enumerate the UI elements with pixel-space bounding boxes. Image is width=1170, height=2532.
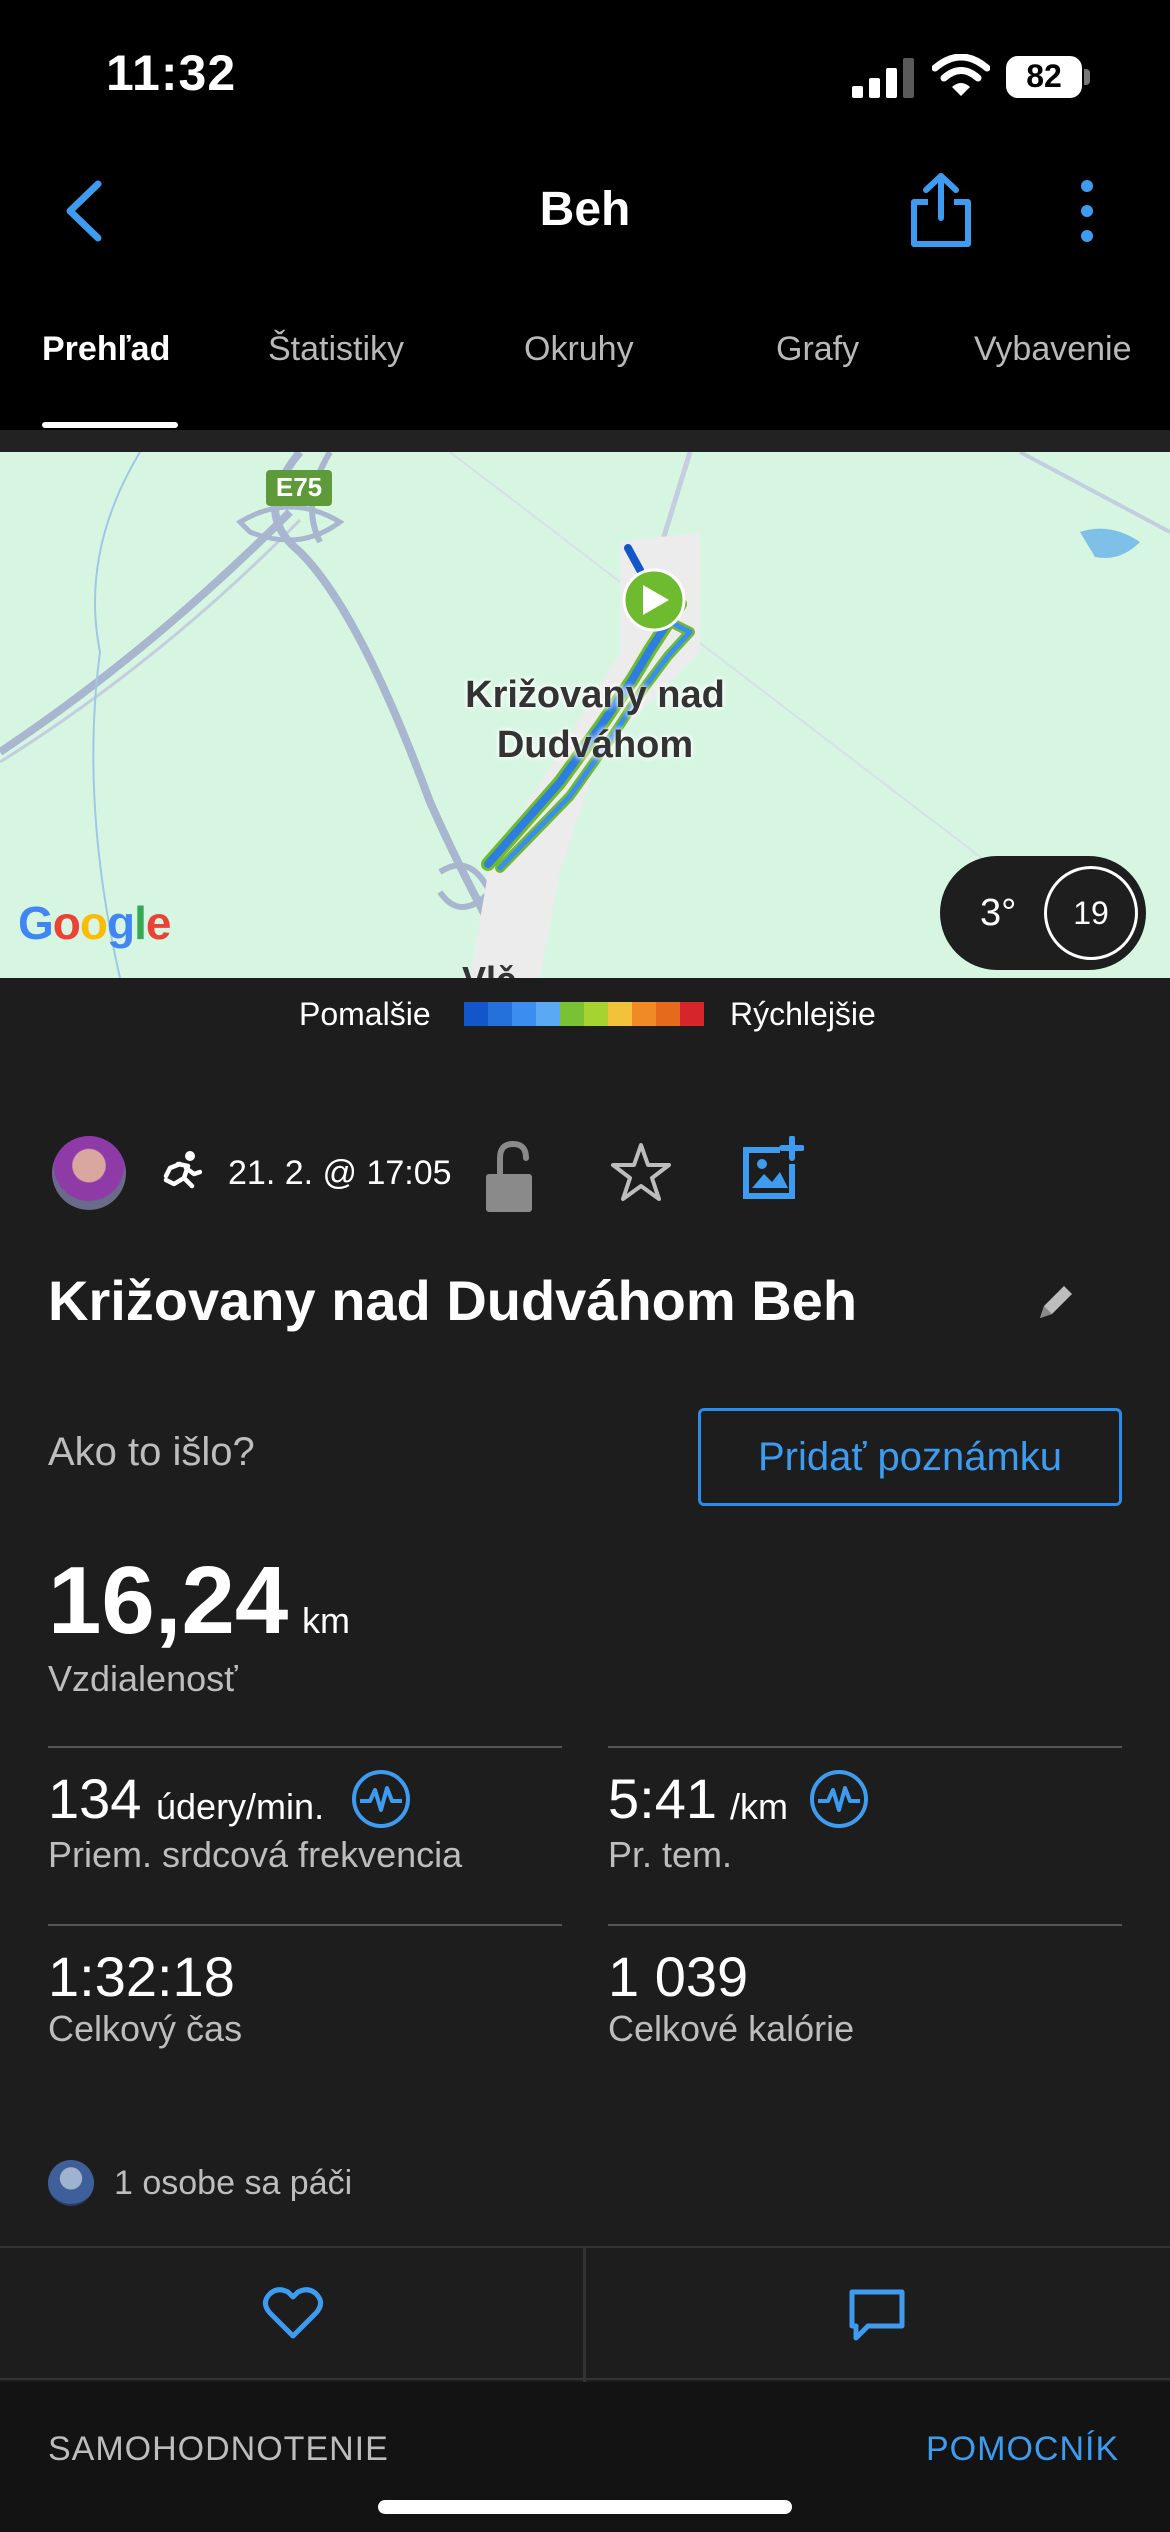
- tab-statistics[interactable]: Štatistiky: [268, 330, 404, 369]
- battery-indicator: 82: [1006, 56, 1090, 98]
- wind-indicator: 19: [1044, 866, 1138, 960]
- legend-swatch: [536, 1002, 560, 1026]
- avg-pace-unit: /km: [730, 1786, 788, 1827]
- distance-label: Vzdialenosť: [48, 1658, 238, 1699]
- avg-heart-rate-value: 134: [48, 1767, 142, 1830]
- activity-title: Križovany nad Dudváhom Beh: [48, 1269, 858, 1332]
- legend-swatch: [560, 1002, 584, 1026]
- status-bar: 11:32 82: [0, 0, 1170, 150]
- like-button[interactable]: [0, 2248, 583, 2382]
- legend-faster-label: Rýchlejšie: [730, 996, 876, 1032]
- route-map[interactable]: E75 Vlč Križovany nad Dudváhom Google 3°…: [0, 452, 1170, 978]
- speed-legend-bar: [464, 1002, 704, 1026]
- distance-unit: km: [302, 1600, 350, 1641]
- tab-gear[interactable]: Vybavenie: [974, 330, 1132, 369]
- wifi-icon: [932, 54, 990, 96]
- social-action-bar: [0, 2246, 1170, 2382]
- likes-count[interactable]: 1 osobe sa páči: [114, 2164, 352, 2203]
- comment-icon: [849, 2289, 905, 2341]
- more-options-icon[interactable]: [1064, 176, 1110, 246]
- heart-rate-chart-icon[interactable]: [350, 1768, 412, 1830]
- star-icon[interactable]: [608, 1140, 674, 1206]
- battery-level: 82: [1026, 58, 1062, 94]
- back-button[interactable]: [56, 176, 116, 246]
- add-note-button[interactable]: Pridať poznámku: [698, 1408, 1122, 1506]
- home-indicator[interactable]: [378, 2500, 792, 2514]
- page-title: Beh: [539, 183, 631, 236]
- legend-swatch: [656, 1002, 680, 1026]
- partial-place-label: Vlč: [462, 959, 516, 978]
- total-calories-label: Celkové kalórie: [608, 2008, 855, 2049]
- weather-widget[interactable]: 3° 19: [940, 856, 1146, 970]
- avg-pace-value: 5:41: [608, 1767, 717, 1830]
- heart-icon: [262, 2287, 324, 2339]
- tab-bar: Prehľad Štatistiky Okruhy Grafy Vybaveni…: [0, 280, 1170, 430]
- assistant-link[interactable]: POMOCNÍK: [926, 2430, 1119, 2469]
- avg-heart-rate-label: Priem. srdcová frekvencia: [48, 1834, 463, 1875]
- road-sign-e75: E75: [276, 472, 322, 502]
- app-header: Beh: [0, 150, 1170, 280]
- activity-content: Pomalšie Rýchlejšie 21. 2. @ 17:05 Križo…: [0, 978, 1170, 2532]
- share-button[interactable]: [906, 170, 976, 250]
- cellular-signal-icon: [852, 58, 914, 98]
- total-time-value: 1:32:18: [48, 1945, 235, 2008]
- avatar[interactable]: [52, 1136, 126, 1210]
- total-time-label: Celkový čas: [48, 2008, 243, 2049]
- legend-swatch: [464, 1002, 488, 1026]
- legend-swatch: [632, 1002, 656, 1026]
- running-icon: [163, 1151, 202, 1189]
- google-logo: Google: [18, 897, 171, 949]
- status-time: 11:32: [106, 45, 237, 101]
- avg-heart-rate-unit: údery/min.: [156, 1786, 325, 1827]
- wind-speed: 19: [1073, 895, 1109, 931]
- comment-button[interactable]: [586, 2248, 1170, 2382]
- activity-date: 21. 2. @ 17:05: [228, 1154, 452, 1192]
- legend-swatch: [680, 1002, 704, 1026]
- divider: [48, 1924, 562, 1926]
- legend-swatch: [512, 1002, 536, 1026]
- legend-slower-label: Pomalšie: [299, 996, 431, 1032]
- divider: [48, 1746, 562, 1748]
- divider: [608, 1746, 1122, 1748]
- self-evaluation-section: SAMOHODNOTENIE POMOCNÍK: [0, 2382, 1170, 2532]
- weather-temperature: 3°: [980, 892, 1017, 934]
- divider: [608, 1924, 1122, 1926]
- legend-swatch: [584, 1002, 608, 1026]
- tab-laps[interactable]: Okruhy: [524, 330, 634, 369]
- self-evaluation-heading: SAMOHODNOTENIE: [48, 2430, 389, 2468]
- active-tab-indicator: [42, 422, 178, 428]
- total-calories-value: 1 039: [608, 1945, 749, 2008]
- add-photo-icon[interactable]: [740, 1136, 804, 1202]
- map-place-label: Križovany nad Dudváhom: [465, 674, 725, 766]
- edit-pencil-icon[interactable]: [1034, 1280, 1078, 1324]
- distance-value: 16,24: [48, 1547, 289, 1654]
- pace-chart-icon[interactable]: [808, 1768, 870, 1830]
- feeling-prompt: Ako to išlo?: [48, 1430, 255, 1474]
- liker-avatar[interactable]: [48, 2160, 94, 2206]
- tab-charts[interactable]: Grafy: [776, 330, 859, 369]
- avg-pace-label: Pr. tem.: [608, 1834, 733, 1875]
- unlocked-privacy-icon[interactable]: [482, 1138, 542, 1214]
- legend-swatch: [488, 1002, 512, 1026]
- tab-overview[interactable]: Prehľad: [42, 330, 170, 369]
- legend-swatch: [608, 1002, 632, 1026]
